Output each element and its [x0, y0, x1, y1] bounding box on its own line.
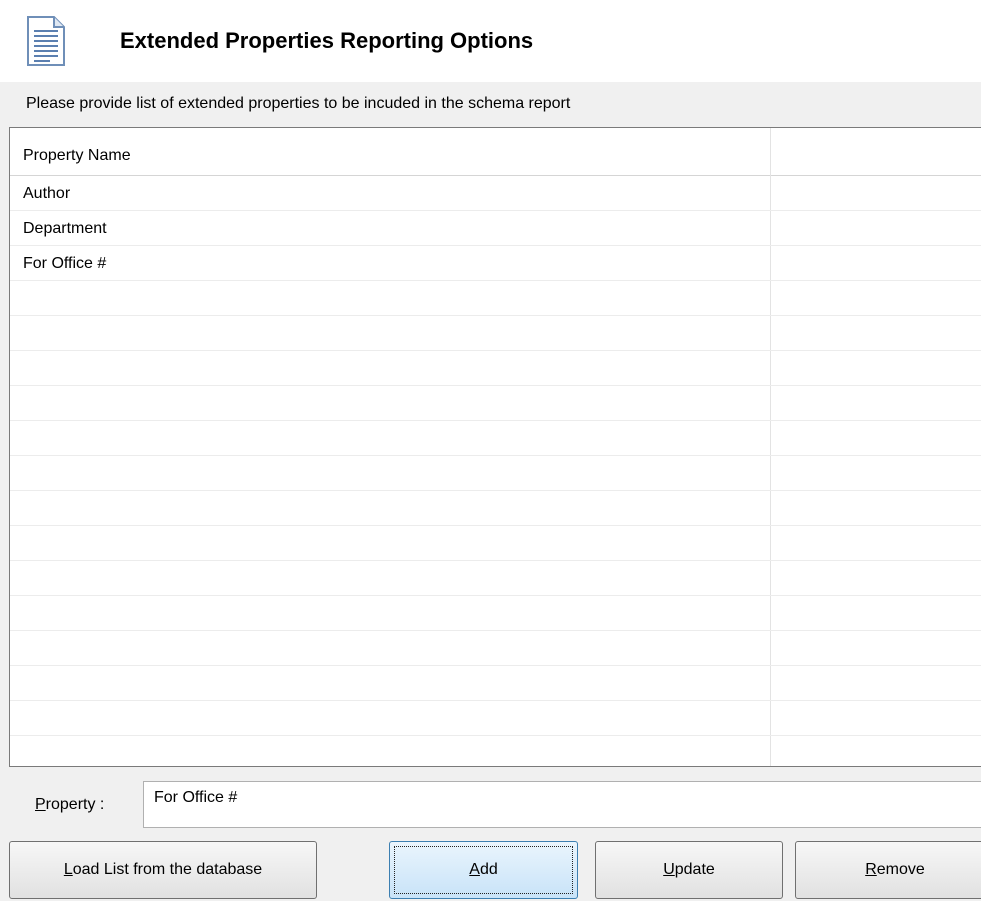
table-row[interactable] — [10, 631, 981, 666]
table-row[interactable]: Department — [10, 211, 981, 246]
table-row[interactable]: For Office # — [10, 246, 981, 281]
table-row[interactable] — [10, 316, 981, 351]
table-row[interactable] — [10, 526, 981, 561]
column-header-property-name[interactable]: Property Name — [23, 147, 131, 165]
row-property-name: Author — [23, 185, 71, 202]
table-row[interactable] — [10, 281, 981, 316]
properties-grid[interactable]: Property Name Author Department For Office… — [9, 127, 981, 767]
property-input[interactable] — [143, 781, 981, 828]
update-button[interactable]: Update — [595, 841, 783, 899]
table-row[interactable] — [10, 666, 981, 701]
header-banner: Extended Properties Reporting Options — [0, 0, 981, 82]
document-icon — [27, 16, 65, 66]
table-row[interactable] — [10, 596, 981, 631]
property-label: Property : — [35, 796, 105, 813]
table-row[interactable] — [10, 351, 981, 386]
remove-button[interactable]: Remove — [795, 841, 981, 899]
table-row[interactable] — [10, 386, 981, 421]
row-property-name: For Office # — [23, 255, 107, 272]
add-button[interactable]: Add — [389, 841, 578, 899]
table-row[interactable] — [10, 736, 981, 766]
page-title: Extended Properties Reporting Options — [120, 28, 534, 53]
table-row[interactable] — [10, 561, 981, 596]
grid-header: Property Name — [10, 128, 981, 176]
table-row[interactable] — [10, 491, 981, 526]
row-property-name: Department — [23, 220, 107, 237]
table-row[interactable] — [10, 456, 981, 491]
table-row[interactable] — [10, 421, 981, 456]
table-row[interactable] — [10, 701, 981, 736]
instructions-text: Please provide list of extended properti… — [26, 95, 571, 112]
load-list-button[interactable]: Load List from the database — [9, 841, 317, 899]
table-row[interactable]: Author — [10, 176, 981, 211]
